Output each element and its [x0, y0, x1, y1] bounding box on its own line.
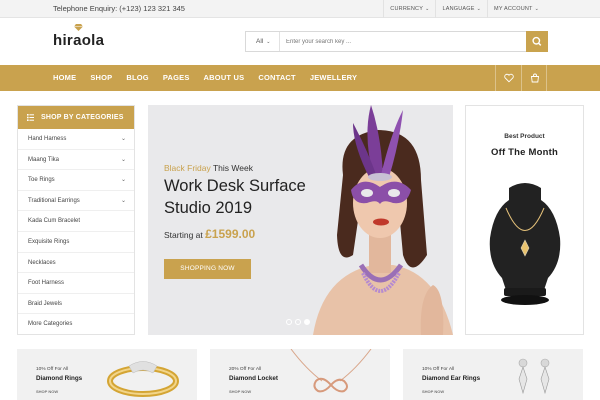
language-menu[interactable]: LANGUAGE ⌄: [435, 0, 487, 18]
nav-about-us[interactable]: ABOUT US: [204, 65, 245, 91]
main-nav: HOME SHOP BLOG PAGES ABOUT US CONTACT JE…: [0, 65, 600, 91]
search-input[interactable]: [286, 34, 521, 49]
chevron-down-icon: ⌄: [120, 136, 126, 142]
nav-shop[interactable]: SHOP: [90, 65, 112, 91]
logo[interactable]: hiraola: [53, 24, 104, 49]
slider-dots: [286, 319, 313, 325]
promo-subtitle: Best Product: [504, 133, 545, 140]
chevron-down-icon: ⌄: [476, 6, 482, 12]
top-bar: Telephone Enquiry: (+123) 123 321 345 CU…: [0, 0, 600, 18]
promo-title: Off The Month: [491, 147, 558, 158]
chevron-down-icon: ⌄: [120, 156, 126, 163]
phone-enquiry: Telephone Enquiry: (+123) 123 321 345: [53, 4, 185, 13]
category-more[interactable]: More Categories: [18, 314, 134, 335]
list-icon: [27, 114, 34, 121]
chevron-down-icon: ⌄: [266, 39, 271, 45]
category-exquisite-rings[interactable]: Exquisite Rings: [18, 232, 134, 253]
hero-slider: Black Friday This Week Work Desk Surface…: [148, 105, 453, 335]
top-menus: CURRENCY ⌄ LANGUAGE ⌄ MY ACCOUNT ⌄: [383, 0, 545, 18]
category-braid-jewels[interactable]: Braid Jewels: [18, 294, 134, 315]
necklace-bust-image: [489, 183, 561, 305]
nav-jewellery[interactable]: JEWELLERY: [310, 65, 357, 91]
category-foot-harness[interactable]: Foot Harness: [18, 273, 134, 294]
header: hiraola All ⌄: [0, 19, 600, 65]
chevron-down-icon: ⌄: [120, 197, 126, 204]
category-kada-cum-bracelet[interactable]: Kada Cum Bracelet: [18, 211, 134, 232]
ear-rings-image: [518, 358, 550, 395]
category-hand-harness[interactable]: Hand Harness ⌄: [18, 129, 134, 150]
slider-dot[interactable]: [295, 319, 301, 325]
search-button[interactable]: [526, 31, 548, 52]
promo-banner-rings[interactable]: 10% Off For All Diamond Rings SHOP NOW: [17, 349, 197, 400]
hero-kicker: Black Friday This Week: [164, 163, 253, 173]
best-product-promo[interactable]: Best Product Off The Month: [465, 105, 584, 335]
chevron-down-icon: ⌄: [425, 6, 430, 12]
hero-price: Starting at £1599.00: [164, 227, 256, 241]
nav-pages[interactable]: PAGES: [163, 65, 190, 91]
shop-now-link[interactable]: SHOP NOW: [36, 389, 58, 394]
diamond-icon: [74, 24, 83, 31]
wishlist-button[interactable]: [495, 65, 521, 91]
category-toe-rings[interactable]: Toe Rings ⌄: [18, 170, 134, 191]
nav-home[interactable]: HOME: [53, 65, 76, 91]
nav-blog[interactable]: BLOG: [126, 65, 148, 91]
shop-now-link[interactable]: SHOP NOW: [229, 389, 251, 394]
currency-menu[interactable]: CURRENCY ⌄: [383, 0, 435, 18]
chevron-down-icon: ⌄: [120, 177, 126, 184]
cart-icon: [530, 73, 540, 83]
category-sidebar: SHOP BY CATEGORIES Hand Harness ⌄ Maang T…: [17, 105, 135, 335]
nav-contact[interactable]: CONTACT: [258, 65, 296, 91]
my-account-menu[interactable]: MY ACCOUNT ⌄: [487, 0, 545, 18]
slider-dot-active[interactable]: [304, 319, 310, 325]
category-header[interactable]: SHOP BY CATEGORIES: [18, 106, 134, 129]
promo-banner-earrings[interactable]: 10% Off For All Diamond Ear Rings SHOP N…: [403, 349, 583, 400]
chevron-down-icon: ⌄: [534, 6, 539, 12]
masked-model-image: [313, 105, 453, 335]
search-category-select[interactable]: All ⌄: [246, 32, 280, 51]
category-maang-tika[interactable]: Maang Tika ⌄: [18, 150, 134, 171]
diamond-ring-image: [107, 361, 179, 397]
search-bar: All ⌄: [245, 31, 548, 52]
heart-icon: [504, 73, 514, 83]
shop-now-link[interactable]: SHOP NOW: [422, 389, 444, 394]
cart-button[interactable]: [521, 65, 547, 91]
promo-banner-locket[interactable]: 20% Off For All Diamond Locket SHOP NOW: [210, 349, 390, 400]
infinity-locket-image: [290, 349, 372, 393]
shopping-now-button[interactable]: SHOPPING NOW: [164, 259, 251, 279]
search-icon: [532, 36, 542, 46]
category-necklaces[interactable]: Necklaces: [18, 253, 134, 274]
slider-dot[interactable]: [286, 319, 292, 325]
category-traditional-earrings[interactable]: Traditional Earrings ⌄: [18, 191, 134, 212]
